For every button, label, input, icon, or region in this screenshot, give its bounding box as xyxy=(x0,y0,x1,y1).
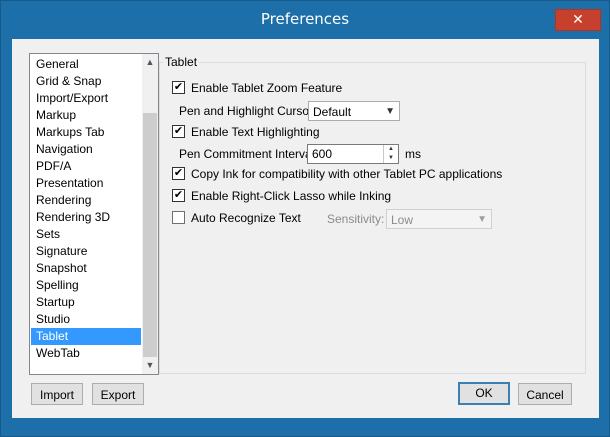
ok-button[interactable]: OK xyxy=(458,382,510,405)
list-item[interactable]: Markups Tab xyxy=(31,124,141,141)
zoom-feature-option[interactable]: ✔ Enable Tablet Zoom Feature xyxy=(172,79,342,97)
list-item[interactable]: Rendering 3D xyxy=(31,209,141,226)
category-items: General Grid & Snap Import/Export Markup Mar… xyxy=(31,56,141,362)
right-click-lasso-label: Enable Right-Click Lasso while Inking xyxy=(191,189,392,203)
commitment-value: 600 xyxy=(312,147,333,161)
right-click-lasso-option[interactable]: ✔ Enable Right-Click Lasso while Inking xyxy=(172,187,391,205)
chevron-down-icon: ▼ xyxy=(477,214,487,225)
scroll-up-icon[interactable]: ▲ xyxy=(142,54,158,71)
title-bar: Preferences ✕ xyxy=(1,1,609,39)
dialog-body: General Grid & Snap Import/Export Markup Mar… xyxy=(12,39,599,418)
stepper-up-icon[interactable]: ▲ xyxy=(384,145,398,154)
category-list[interactable]: General Grid & Snap Import/Export Markup Mar… xyxy=(29,53,159,375)
tablet-group-title: Tablet xyxy=(163,55,200,69)
copy-ink-option[interactable]: ✔ Copy Ink for compatibility with other T… xyxy=(172,165,502,183)
text-highlighting-option[interactable]: ✔ Enable Text Highlighting xyxy=(172,123,320,141)
chevron-down-icon: ▼ xyxy=(385,106,395,117)
list-item[interactable]: Rendering xyxy=(31,192,141,209)
preferences-window: Preferences ✕ General Grid & Snap Import/E… xyxy=(0,0,610,437)
export-button[interactable]: Export xyxy=(92,383,144,405)
list-item[interactable]: Markup xyxy=(31,107,141,124)
list-item[interactable]: Sets xyxy=(31,226,141,243)
list-item[interactable]: Studio xyxy=(31,311,141,328)
cancel-button[interactable]: Cancel xyxy=(518,383,572,405)
cursor-select[interactable]: Default ▼ xyxy=(308,101,400,121)
list-item[interactable]: Snapshot xyxy=(31,260,141,277)
zoom-feature-checkbox[interactable]: ✔ xyxy=(172,81,185,95)
list-item[interactable]: Presentation xyxy=(31,175,141,192)
list-item[interactable]: Startup xyxy=(31,294,141,311)
commitment-label: Pen Commitment Interval: xyxy=(179,147,318,161)
auto-recognize-option[interactable]: Auto Recognize Text xyxy=(172,209,301,227)
scroll-thumb[interactable] xyxy=(143,113,157,357)
commitment-unit: ms xyxy=(405,147,421,161)
text-highlighting-label: Enable Text Highlighting xyxy=(191,125,320,139)
list-item[interactable]: Signature xyxy=(31,243,141,260)
category-scrollbar[interactable]: ▲ ▼ xyxy=(142,54,158,374)
list-item[interactable]: General xyxy=(31,56,141,73)
scroll-down-icon[interactable]: ▼ xyxy=(142,357,158,374)
sensitivity-value: Low xyxy=(391,213,414,227)
list-item[interactable]: Navigation xyxy=(31,141,141,158)
list-item[interactable]: Spelling xyxy=(31,277,141,294)
list-item[interactable]: Tablet xyxy=(31,328,141,345)
stepper-down-icon[interactable]: ▼ xyxy=(384,154,398,163)
text-highlighting-checkbox[interactable]: ✔ xyxy=(172,125,185,139)
stepper-buttons[interactable]: ▲ ▼ xyxy=(383,145,398,163)
list-item[interactable]: WebTab xyxy=(31,345,141,362)
sensitivity-label: Sensitivity: xyxy=(327,212,385,226)
sensitivity-select[interactable]: Low ▼ xyxy=(386,209,492,229)
auto-recognize-checkbox[interactable] xyxy=(172,211,185,225)
cursor-value: Default xyxy=(313,105,352,119)
copy-ink-label: Copy Ink for compatibility with other Ta… xyxy=(191,167,503,181)
auto-recognize-label: Auto Recognize Text xyxy=(191,211,301,225)
list-item[interactable]: Import/Export xyxy=(31,90,141,107)
import-button[interactable]: Import xyxy=(31,383,83,405)
right-click-lasso-checkbox[interactable]: ✔ xyxy=(172,189,185,203)
zoom-feature-label: Enable Tablet Zoom Feature xyxy=(191,81,343,95)
list-item[interactable]: Grid & Snap xyxy=(31,73,141,90)
close-button[interactable]: ✕ xyxy=(555,9,601,31)
close-icon: ✕ xyxy=(572,12,584,28)
cursor-label: Pen and Highlight Cursor: xyxy=(179,104,317,118)
copy-ink-checkbox[interactable]: ✔ xyxy=(172,167,185,181)
list-item[interactable]: PDF/A xyxy=(31,158,141,175)
window-title: Preferences xyxy=(260,10,350,28)
commitment-stepper[interactable]: 600 ▲ ▼ xyxy=(307,144,399,164)
